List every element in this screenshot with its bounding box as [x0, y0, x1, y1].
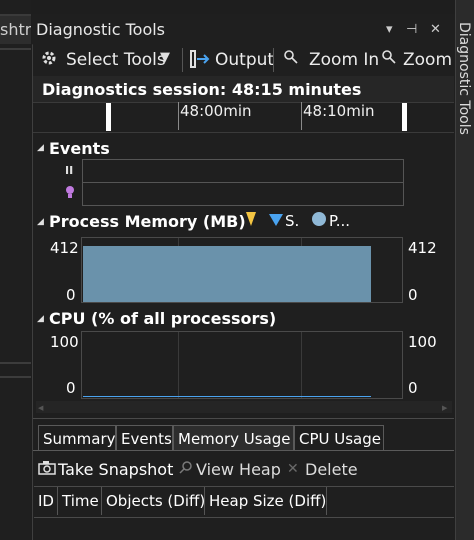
delete-button[interactable]: Delete: [305, 460, 358, 479]
editor-divider: [0, 376, 31, 378]
output-button[interactable]: Output: [215, 50, 274, 70]
legend-label: P...: [329, 212, 351, 230]
column-heap-size-diff[interactable]: Heap Size (Diff): [205, 487, 327, 515]
ruler-tick: [301, 102, 302, 130]
cpu-y-min-left: 0: [66, 379, 76, 397]
editor-divider: [0, 362, 31, 364]
session-duration: Diagnostics session: 48:15 minutes: [42, 80, 362, 99]
editor-tab[interactable]: shtr: [0, 14, 31, 44]
tab-cpu-usage[interactable]: CPU Usage: [294, 425, 384, 451]
column-id[interactable]: ID: [34, 487, 58, 515]
zoom-out-icon: [380, 48, 400, 68]
cpu-y-max-left: 100: [50, 333, 79, 351]
view-heap-button[interactable]: View Heap: [196, 460, 281, 479]
take-snapshot-button[interactable]: Take Snapshot: [58, 460, 173, 479]
toolbar-separator: [273, 48, 274, 72]
divider: [33, 418, 454, 419]
diagnostic-tools-vertical-tab[interactable]: Diagnostic Tools: [455, 22, 474, 172]
zoom-in-button[interactable]: Zoom In: [309, 50, 379, 70]
collapse-caret-icon[interactable]: ◢: [37, 143, 44, 153]
process-memory-title: Process Memory (MB): [49, 212, 246, 231]
memory-y-max-left: 412: [50, 239, 79, 257]
tab-memory-usage[interactable]: Memory Usage: [173, 425, 294, 451]
grid-line: [178, 332, 179, 398]
intellitrace-event-icon: [63, 184, 77, 200]
zoom-in-icon: [282, 48, 302, 68]
legend-label: S.: [285, 212, 300, 230]
pause-icon: II: [65, 164, 74, 177]
editor-divider: [0, 48, 31, 50]
cpu-usage-line: [83, 396, 371, 397]
snapshot-marker-icon: [268, 212, 284, 228]
ruler-tick: [178, 102, 179, 130]
events-break-track[interactable]: [82, 159, 404, 183]
select-tools-button[interactable]: Select Tools: [66, 50, 166, 70]
selection-end-handle[interactable]: [402, 103, 407, 131]
toolbar-separator: [182, 48, 183, 72]
camera-icon: [38, 460, 56, 476]
search-icon: [178, 460, 194, 476]
close-button[interactable]: ✕: [430, 22, 441, 37]
column-time[interactable]: Time: [58, 487, 102, 515]
memory-y-min-right: 0: [408, 286, 418, 304]
ruler-label: 48:00min: [180, 102, 252, 120]
memory-y-max-right: 412: [408, 239, 437, 257]
editor-area: [0, 0, 31, 540]
panel-title: Diagnostic Tools: [36, 20, 166, 39]
memory-usage-area: [83, 246, 371, 302]
column-objects-diff[interactable]: Objects (Diff): [102, 487, 205, 515]
editor-tab-label: shtr: [0, 20, 31, 39]
cpu-chart[interactable]: [81, 331, 403, 399]
collapse-caret-icon[interactable]: ◢: [37, 217, 44, 227]
scroll-right-icon[interactable]: ▶: [442, 404, 447, 412]
gc-marker-icon: [244, 211, 258, 229]
ruler-label: 48:10min: [303, 102, 375, 120]
tab-events[interactable]: Events: [116, 425, 173, 451]
chevron-down-icon[interactable]: ▼: [160, 50, 170, 65]
collapse-caret-icon[interactable]: ◢: [37, 314, 44, 324]
output-icon: [190, 49, 212, 69]
cpu-y-max-right: 100: [408, 333, 437, 351]
zoom-out-button[interactable]: Zoom: [403, 50, 452, 70]
memory-y-min-left: 0: [66, 286, 76, 304]
selection-start-handle[interactable]: [106, 103, 111, 131]
scroll-left-icon[interactable]: ◀: [38, 404, 43, 412]
window-dropdown-button[interactable]: ▾: [386, 22, 393, 37]
cpu-section-title: CPU (% of all processors): [49, 309, 277, 328]
events-section-title: Events: [49, 139, 110, 158]
events-intellitrace-track[interactable]: [82, 182, 404, 206]
grid-line: [301, 332, 302, 398]
gear-icon: [40, 49, 58, 67]
timeline-scrollbar[interactable]: ◀ ▶: [36, 401, 452, 413]
private-bytes-icon: [311, 211, 327, 227]
vertical-tab-label: Diagnostic Tools: [456, 22, 472, 135]
process-memory-chart[interactable]: [81, 237, 403, 303]
close-icon: ✕: [287, 461, 299, 477]
tab-summary[interactable]: Summary: [38, 425, 116, 451]
cpu-y-min-right: 0: [408, 379, 418, 397]
pin-button[interactable]: ⊣: [406, 22, 417, 37]
